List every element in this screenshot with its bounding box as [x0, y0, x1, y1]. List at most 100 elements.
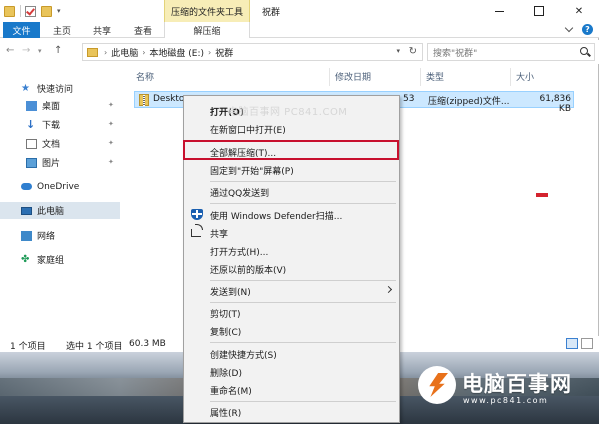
breadcrumb-current-folder[interactable]: 祝群: [215, 46, 233, 59]
view-switcher: [563, 338, 593, 349]
column-header-name[interactable]: 名称: [136, 70, 154, 84]
menu-item-restore-previous[interactable]: 还原以前的版本(V): [184, 260, 399, 277]
pin-icon[interactable]: ✦: [108, 102, 114, 109]
large-icons-view-icon[interactable]: [581, 338, 593, 349]
address-row: ← → ▾ ↑ › 此电脑 › 本地磁盘 (E:) › 祝群 ▾ ↻ 搜索"祝群…: [0, 40, 599, 64]
nav-item-pictures[interactable]: 图片 ✦: [0, 154, 120, 171]
expand-ribbon-chevron-icon[interactable]: [564, 23, 574, 33]
up-arrow-icon: ↑: [54, 45, 63, 56]
nav-item-label: 图片: [42, 159, 61, 169]
zip-file-icon: [139, 94, 149, 106]
pictures-icon: [26, 157, 37, 168]
search-input[interactable]: 搜索"祝群": [427, 43, 595, 61]
details-view-icon[interactable]: [566, 338, 578, 349]
breadcrumb-separator[interactable]: ›: [104, 48, 107, 57]
back-button[interactable]: ←: [6, 45, 14, 56]
recent-locations-button[interactable]: ▾: [38, 47, 42, 55]
nav-item-label: OneDrive: [37, 181, 80, 192]
toolbar-divider: [20, 5, 21, 17]
red-marker: [536, 193, 548, 197]
nav-item-network[interactable]: 网络: [0, 227, 120, 244]
menu-item-label: 固定到"开始"屏幕(P): [210, 167, 294, 177]
back-arrow-icon: ←: [6, 45, 15, 56]
star-icon: ★: [21, 82, 30, 94]
tab-extract[interactable]: 解压缩: [164, 22, 250, 38]
nav-item-documents[interactable]: 文档 ✦: [0, 135, 120, 152]
nav-item-label: 下载: [42, 121, 61, 131]
nav-item-desktop[interactable]: 桌面 ✦: [0, 97, 120, 114]
help-icon[interactable]: ?: [582, 24, 593, 35]
nav-item-this-pc[interactable]: 此电脑: [0, 202, 120, 219]
maximize-button[interactable]: [519, 0, 559, 22]
tab-share[interactable]: 共享: [88, 22, 116, 38]
breadcrumb-local-disk[interactable]: 本地磁盘 (E:): [149, 46, 204, 59]
column-divider[interactable]: [420, 68, 421, 86]
breadcrumb-separator[interactable]: ›: [208, 48, 211, 57]
close-button[interactable]: ✕: [559, 0, 599, 22]
refresh-icon[interactable]: ↻: [409, 46, 417, 57]
address-bar[interactable]: › 此电脑 › 本地磁盘 (E:) › 祝群 ▾ ↻: [82, 43, 423, 61]
menu-item-open-with[interactable]: 打开方式(H)...: [184, 242, 399, 259]
nav-item-label: 文档: [42, 140, 61, 150]
properties-check-icon[interactable]: [25, 5, 36, 17]
forward-button[interactable]: →: [22, 45, 30, 56]
search-placeholder: 搜索"祝群": [433, 48, 478, 59]
desktop-icon: [26, 100, 37, 111]
file-size: 61,836 KB: [539, 94, 572, 114]
pin-icon[interactable]: ✦: [108, 140, 114, 147]
folder-icon[interactable]: [4, 5, 15, 17]
menu-item-label: 使用 Windows Defender扫描...: [210, 212, 343, 222]
logo-brand-text: 电脑百事网: [462, 372, 572, 396]
search-icon: [580, 47, 588, 55]
breadcrumb-this-pc[interactable]: 此电脑: [111, 46, 138, 59]
selected-count: 选中 1 个项目: [66, 342, 123, 352]
menu-item-label: 打开方式(H)...: [210, 248, 269, 258]
menu-item-label: 剪切(T): [210, 310, 241, 320]
menu-item-open-new-window[interactable]: 在新窗口中打开(E): [184, 120, 399, 137]
new-folder-icon[interactable]: [41, 5, 52, 17]
menu-item-delete[interactable]: 删除(D): [184, 363, 399, 380]
nav-item-quick-access[interactable]: ★ 快速访问: [0, 80, 120, 97]
column-divider[interactable]: [329, 68, 330, 86]
menu-item-send-to[interactable]: 发送到(N): [184, 282, 399, 299]
menu-item-defender-scan[interactable]: 使用 Windows Defender扫描...: [184, 206, 399, 223]
menu-item-copy[interactable]: 复制(C): [184, 322, 399, 339]
menu-item-create-shortcut[interactable]: 创建快捷方式(S): [184, 345, 399, 362]
customize-toolbar-arrow-icon[interactable]: ▾: [57, 7, 61, 15]
pin-icon[interactable]: ✦: [108, 159, 114, 166]
menu-item-properties[interactable]: 属性(R): [184, 403, 399, 420]
pin-icon[interactable]: ✦: [108, 121, 114, 128]
menu-item-rename[interactable]: 重命名(M): [184, 381, 399, 398]
menu-item-label: 重命名(M): [210, 387, 252, 397]
menu-item-pin-to-start[interactable]: 固定到"开始"屏幕(P): [184, 161, 399, 178]
tab-view[interactable]: 查看: [129, 22, 157, 38]
window-controls: ✕: [479, 0, 599, 22]
menu-separator: [210, 342, 396, 343]
minimize-button[interactable]: [479, 0, 519, 22]
nav-item-label: 桌面: [42, 102, 61, 112]
tab-file[interactable]: 文件: [3, 22, 40, 38]
menu-separator: [210, 203, 396, 204]
column-header-size[interactable]: 大小: [516, 70, 534, 84]
menu-item-cut[interactable]: 剪切(T): [184, 304, 399, 321]
ribbon-tabs: 文件 主页 共享 查看 解压缩 ?: [0, 22, 599, 38]
nav-item-homegroup[interactable]: ✤ 家庭组: [0, 251, 120, 268]
file-date: 53: [403, 94, 415, 104]
tab-home[interactable]: 主页: [48, 22, 76, 38]
column-divider[interactable]: [510, 68, 511, 86]
breadcrumb-separator[interactable]: ›: [142, 48, 145, 57]
this-pc-icon: [21, 206, 32, 215]
column-header-date[interactable]: 修改日期: [335, 70, 371, 84]
nav-item-label: 网络: [37, 232, 56, 242]
menu-item-label: 创建快捷方式(S): [210, 351, 277, 361]
up-button[interactable]: ↑: [54, 45, 62, 56]
menu-item-label: 共享: [210, 230, 229, 240]
menu-item-send-via-qq[interactable]: 通过QQ发送到: [184, 183, 399, 200]
nav-item-downloads[interactable]: ↓ 下载 ✦: [0, 116, 120, 133]
menu-item-label: 还原以前的版本(V): [210, 266, 287, 276]
column-header-type[interactable]: 类型: [426, 70, 444, 84]
address-dropdown-icon[interactable]: ▾: [396, 47, 400, 55]
menu-item-label: 复制(C): [210, 328, 242, 338]
menu-item-share[interactable]: 共享: [184, 224, 399, 241]
nav-item-onedrive[interactable]: OneDrive: [0, 178, 120, 195]
